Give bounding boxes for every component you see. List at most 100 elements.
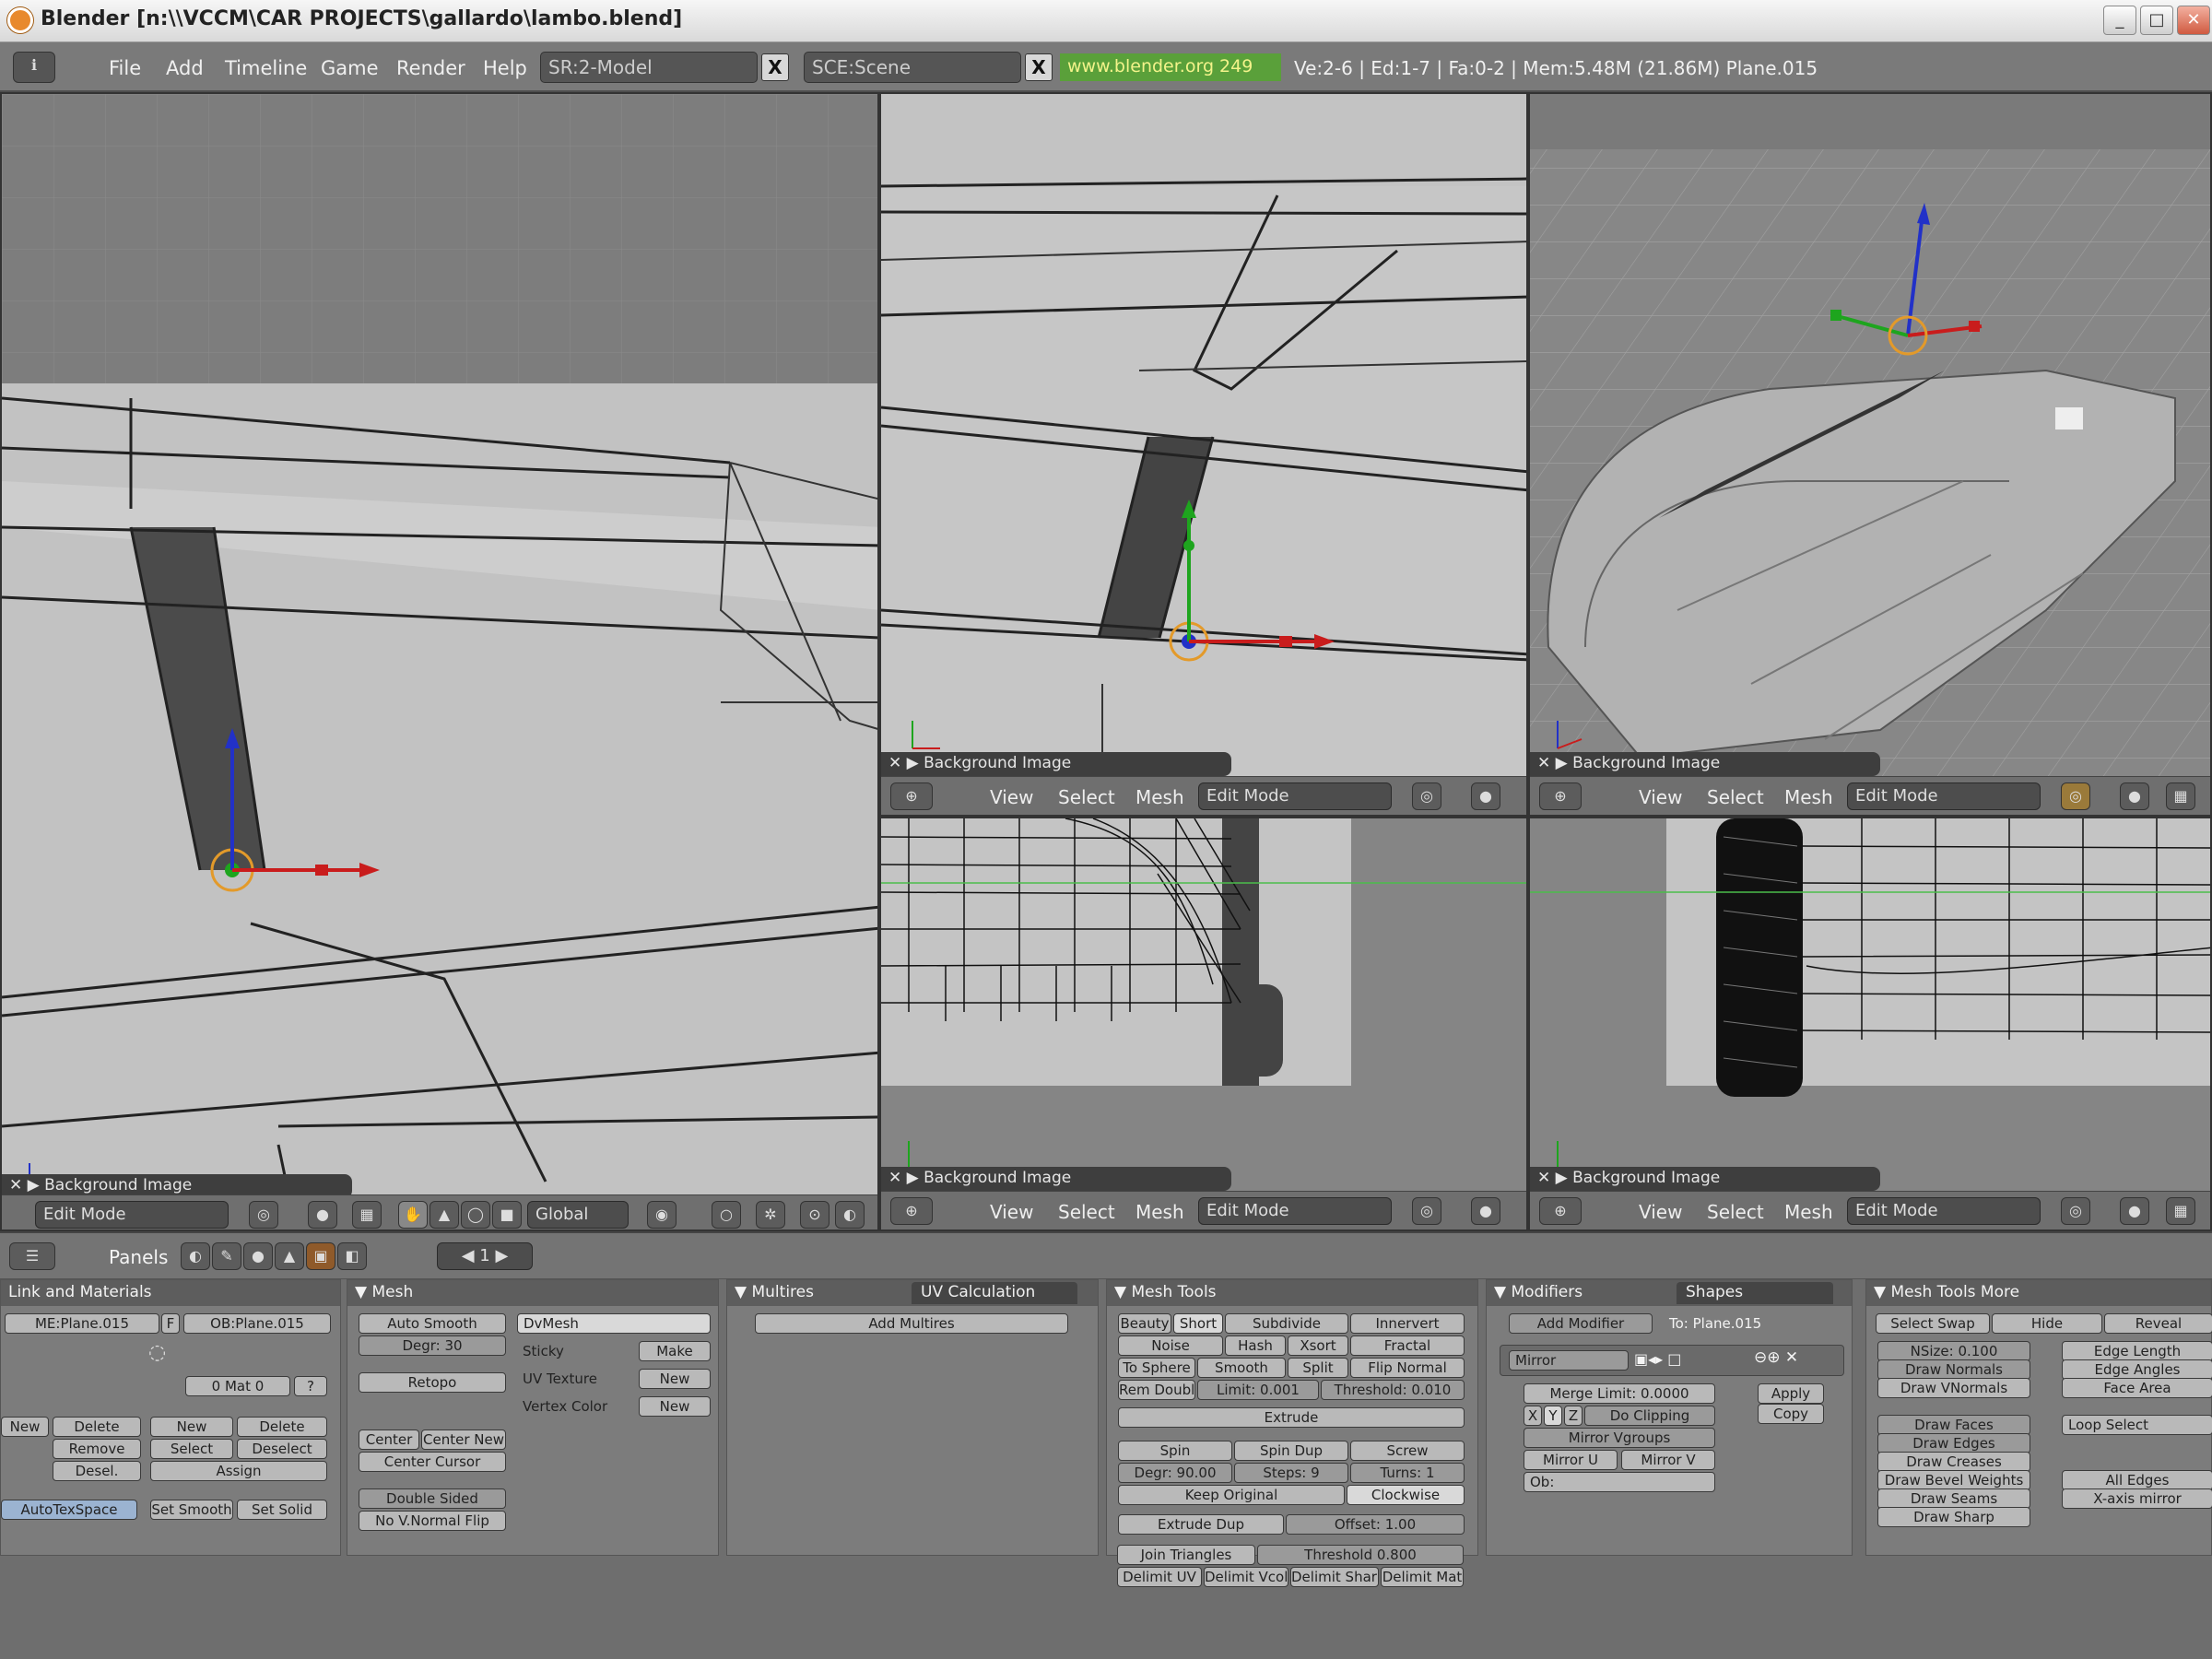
viewport-bottom-right-bg-image-bar[interactable]: ✕ ▶ Background Image (1530, 1167, 1880, 1191)
mirror-u-toggle[interactable]: Mirror U (1524, 1450, 1618, 1470)
retopo-toggle[interactable]: Retopo (359, 1372, 506, 1393)
tab-shapes[interactable]: Shapes (1677, 1282, 1833, 1304)
short-toggle[interactable]: Short (1173, 1313, 1223, 1334)
viewport-top-right[interactable]: ✕ ▶ Background Image ⊕ View Select Mesh … (1528, 92, 2212, 817)
close-window-button[interactable]: ✕ (2177, 6, 2210, 35)
edge-angles-toggle[interactable]: Edge Angles (2062, 1359, 2212, 1380)
add-modifier-menu[interactable]: Add Modifier (1509, 1313, 1653, 1334)
extrude-offset-field[interactable]: Offset: 1.00 (1286, 1514, 1465, 1535)
do-clipping-toggle[interactable]: Do Clipping (1584, 1406, 1715, 1426)
face-area-toggle[interactable]: Face Area (2062, 1378, 2212, 1398)
viewport-left-canvas[interactable] (2, 94, 879, 1231)
menu-select[interactable]: Select (1058, 786, 1115, 808)
info-window-type-icon[interactable]: ℹ (13, 52, 55, 83)
delete-screen-button[interactable]: X (761, 53, 789, 81)
shading-icon[interactable]: ● (2120, 1197, 2149, 1225)
draw-type-icon[interactable]: ◎ (2061, 782, 2090, 810)
menu-timeline[interactable]: Timeline (225, 57, 307, 79)
edit-mode-selector[interactable]: Edit Mode (1198, 782, 1392, 810)
limit-field[interactable]: Limit: 0.001 (1197, 1380, 1319, 1400)
join-triangles-button[interactable]: Join Triangles (1117, 1545, 1255, 1565)
fractal-button[interactable]: Fractal (1350, 1335, 1465, 1356)
draw-normals-toggle[interactable]: Draw Normals (1877, 1359, 2030, 1380)
mirror-object-field[interactable]: Ob: (1524, 1472, 1715, 1492)
menu-view[interactable]: View (1639, 1201, 1682, 1223)
window-type-icon[interactable]: ⊕ (890, 1197, 933, 1225)
extrude-button[interactable]: Extrude (1118, 1407, 1465, 1428)
select-swap-button[interactable]: Select Swap (1876, 1313, 1990, 1334)
view-lock-icon[interactable]: ▦ (2166, 1197, 2195, 1225)
draw-vnormals-toggle[interactable]: Draw VNormals (1877, 1378, 2030, 1398)
draw-bevel-weights-toggle[interactable]: Draw Bevel Weights (1877, 1470, 2030, 1490)
view-lock-icon[interactable]: ▦ (352, 1201, 382, 1229)
material-delete-button[interactable]: Delete (237, 1417, 327, 1437)
editing-context-icon[interactable]: ▣ (306, 1242, 335, 1270)
menu-view[interactable]: View (990, 1201, 1033, 1223)
menu-mesh[interactable]: Mesh (1135, 786, 1184, 808)
hand-manipulator-icon[interactable]: ✋ (398, 1201, 428, 1229)
window-type-icon[interactable]: ⊕ (1539, 1197, 1582, 1225)
logic-context-icon[interactable]: ◐ (181, 1242, 210, 1270)
auto-smooth-toggle[interactable]: Auto Smooth (359, 1313, 506, 1334)
delimit-sharp-toggle[interactable]: Delimit Sharp (1290, 1567, 1379, 1587)
mirror-axis-z-toggle[interactable]: Z (1564, 1406, 1583, 1426)
menu-file[interactable]: File (109, 57, 141, 79)
delimit-mat-toggle[interactable]: Delimit Mat (1381, 1567, 1464, 1587)
delimit-vcol-toggle[interactable]: Delimit Vcol (1204, 1567, 1288, 1587)
material-select-button[interactable]: Select (150, 1439, 233, 1459)
mirror-modifier-name[interactable]: Mirror (1509, 1350, 1629, 1371)
vertex-color-new-button[interactable]: New (639, 1396, 711, 1417)
draw-sharp-toggle[interactable]: Draw Sharp (1877, 1507, 2030, 1527)
layer-icon[interactable]: ○ (712, 1201, 741, 1229)
menu-render[interactable]: Render (396, 57, 465, 79)
material-deselect-button[interactable]: Deselect (237, 1439, 327, 1459)
menu-view[interactable]: View (990, 786, 1033, 808)
threshold-field[interactable]: Threshold: 0.010 (1321, 1380, 1465, 1400)
auto-smooth-degree-field[interactable]: Degr: 30 (359, 1335, 506, 1356)
draw-type-icon[interactable]: ◎ (1412, 782, 1441, 810)
shading-context-icon[interactable]: ● (243, 1242, 273, 1270)
orientation-selector[interactable]: Global (527, 1201, 629, 1229)
menu-select[interactable]: Select (1707, 1201, 1764, 1223)
merge-limit-field[interactable]: Merge Limit: 0.0000 (1524, 1383, 1715, 1404)
flip-normal-button[interactable]: Flip Normal (1350, 1358, 1465, 1378)
material-new-button[interactable]: New (150, 1417, 233, 1437)
menu-mesh[interactable]: Mesh (1784, 1201, 1833, 1223)
screw-turns-field[interactable]: Turns: 1 (1350, 1463, 1465, 1483)
frame-number-field[interactable]: ◀ 1 ▶ (437, 1242, 533, 1270)
snap-icon[interactable]: ✲ (756, 1201, 785, 1229)
smooth-button[interactable]: Smooth (1197, 1358, 1286, 1378)
maximize-button[interactable]: □ (2140, 6, 2173, 35)
shading-icon[interactable]: ● (2120, 782, 2149, 810)
scene-context-icon[interactable]: ◧ (337, 1242, 367, 1270)
spin-degree-field[interactable]: Degr: 90.00 (1118, 1463, 1232, 1483)
center-cursor-button[interactable]: Center Cursor (359, 1452, 506, 1472)
menu-mesh[interactable]: Mesh (1135, 1201, 1184, 1223)
hide-button[interactable]: Hide (1992, 1313, 2102, 1334)
autotexspace-toggle[interactable]: AutoTexSpace (1, 1500, 137, 1520)
reveal-button[interactable]: Reveal (2104, 1313, 2212, 1334)
menu-help[interactable]: Help (483, 57, 527, 79)
modifier-apply-button[interactable]: Apply (1758, 1383, 1824, 1404)
screen-selector[interactable]: SR:2-Model (540, 52, 758, 83)
material-index-field[interactable]: 0 Mat 0 (185, 1376, 290, 1396)
to-sphere-button[interactable]: To Sphere (1118, 1358, 1195, 1378)
hash-button[interactable]: Hash (1225, 1335, 1286, 1356)
fake-user-button[interactable]: F (161, 1313, 180, 1334)
rem-doubles-button[interactable]: Rem Doubles (1118, 1380, 1195, 1400)
material-assign-button[interactable]: Assign (150, 1461, 327, 1481)
edit-mode-selector[interactable]: Edit Mode (1847, 1197, 2041, 1225)
draw-type-icon[interactable]: ◎ (1412, 1197, 1441, 1225)
translate-icon[interactable]: ▲ (429, 1201, 459, 1229)
proportional-icon[interactable]: ⊙ (800, 1201, 830, 1229)
window-type-icon[interactable]: ⊕ (1539, 782, 1582, 810)
x-axis-mirror-toggle[interactable]: X-axis mirror (2062, 1488, 2212, 1509)
set-solid-button[interactable]: Set Solid (237, 1500, 327, 1520)
menu-game[interactable]: Game (321, 57, 379, 79)
viewport-top-middle-bg-image-bar[interactable]: ✕ ▶ Background Image (881, 752, 1231, 776)
no-v-normal-flip-toggle[interactable]: No V.Normal Flip (359, 1511, 506, 1531)
modifier-move-icons[interactable]: ⊖⊕ ✕ (1754, 1348, 1798, 1367)
xsort-button[interactable]: Xsort (1288, 1335, 1348, 1356)
scale-icon[interactable]: ■ (492, 1201, 522, 1229)
rotate-icon[interactable]: ◯ (461, 1201, 490, 1229)
